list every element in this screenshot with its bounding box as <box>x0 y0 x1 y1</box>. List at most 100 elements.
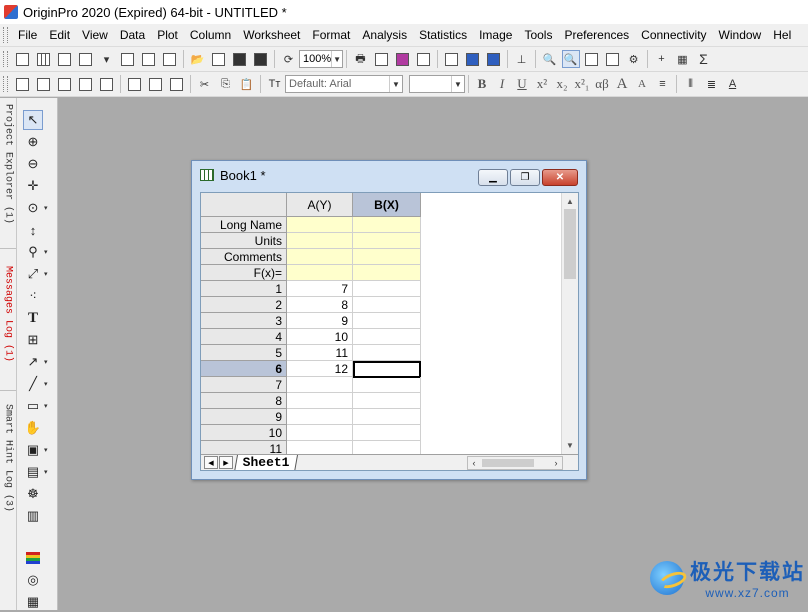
project-explorer-tab[interactable]: Project Explorer (1) <box>1 104 15 244</box>
row-header[interactable]: 7 <box>201 377 287 393</box>
scroll-thumb[interactable] <box>564 209 576 279</box>
sum-icon[interactable]: Σ <box>695 50 713 68</box>
recalculate-icon[interactable]: ⟳ <box>280 50 298 68</box>
frequency-icon[interactable] <box>168 75 186 93</box>
set-z-icon[interactable] <box>98 75 116 93</box>
meta-row-units[interactable]: Units <box>201 233 287 249</box>
horizontal-scrollbar[interactable]: ‹ › <box>467 456 563 470</box>
insert-equation-tool-icon[interactable]: ▣ <box>23 440 43 460</box>
region-mask-tool-icon[interactable]: ⚲ <box>23 242 43 262</box>
active-cell[interactable] <box>353 361 421 378</box>
meta-row-long-name[interactable]: Long Name <box>201 217 287 233</box>
data-cell-b[interactable] <box>353 329 421 345</box>
increase-font-button[interactable]: A <box>614 75 630 93</box>
data-cell-b[interactable] <box>353 345 421 361</box>
book1-window[interactable]: Book1 * ▁ ❐ ✕ A(Y) B(X) Long Name Units … <box>191 160 587 480</box>
chevron-down-icon[interactable]: ▾ <box>44 468 48 476</box>
chevron-down-icon[interactable]: ▾ <box>44 358 48 366</box>
draw-data-tool-icon[interactable]: ⁖ <box>23 286 43 306</box>
data-selector-tool-icon[interactable]: ↕ <box>23 220 43 240</box>
add-column-icon[interactable] <box>14 75 32 93</box>
menu-edit[interactable]: Edit <box>43 28 76 42</box>
data-cell-a[interactable]: 10 <box>287 329 353 345</box>
scroll-thumb[interactable] <box>482 459 534 467</box>
line-width-icon[interactable]: ≣ <box>703 75 721 93</box>
page-tool-icon[interactable]: ▥ <box>23 506 43 526</box>
cut-icon[interactable]: ✂ <box>196 75 214 93</box>
zoom-in-tool-icon[interactable]: ⊕ <box>23 132 43 152</box>
zoom-combo[interactable]: 100% ▼ <box>299 50 343 68</box>
paste-icon[interactable]: 📋 <box>238 75 256 93</box>
meta-cell[interactable] <box>353 233 421 249</box>
chevron-down-icon[interactable]: ▾ <box>44 248 48 256</box>
project-explorer-icon[interactable]: ⊥ <box>513 50 531 68</box>
new-project-icon[interactable] <box>14 50 32 68</box>
color-palette-tool-icon[interactable] <box>23 548 43 568</box>
scroll-up-icon[interactable]: ▲ <box>562 193 578 209</box>
target-tool-icon[interactable]: ◎ <box>23 570 43 590</box>
menu-data[interactable]: Data <box>114 28 151 42</box>
scroll-down-icon[interactable]: ▼ <box>562 437 578 453</box>
menu-worksheet[interactable]: Worksheet <box>237 28 306 42</box>
duplicate-icon[interactable] <box>415 50 433 68</box>
superscript-button[interactable]: x² <box>534 75 550 93</box>
sort-column-icon[interactable] <box>35 75 53 93</box>
chevron-down-icon[interactable]: ▾ <box>44 380 48 388</box>
data-cell-b[interactable] <box>353 281 421 297</box>
data-cell-a[interactable]: 9 <box>287 313 353 329</box>
decrease-font-button[interactable]: A <box>634 75 650 93</box>
row-header[interactable]: 10 <box>201 425 287 441</box>
results-log-icon[interactable] <box>464 50 482 68</box>
menu-column[interactable]: Column <box>184 28 237 42</box>
mask-icon[interactable] <box>126 75 144 93</box>
chevron-down-icon[interactable]: ▾ <box>44 446 48 454</box>
meta-row-comments[interactable]: Comments <box>201 249 287 265</box>
menu-format[interactable]: Format <box>306 28 356 42</box>
underline-button[interactable]: U <box>514 75 530 93</box>
meta-cell[interactable] <box>353 217 421 233</box>
meta-cell[interactable] <box>287 265 353 281</box>
scale-in-tool-icon[interactable]: ⤢ <box>23 264 43 284</box>
line-style-icon[interactable]: ⦀ <box>682 75 700 93</box>
menu-plot[interactable]: Plot <box>151 28 184 42</box>
data-cell-a[interactable] <box>287 425 353 441</box>
command-window-icon[interactable] <box>485 50 503 68</box>
data-cell-a[interactable] <box>287 377 353 393</box>
set-y-icon[interactable] <box>77 75 95 93</box>
save-template-icon[interactable] <box>252 50 270 68</box>
statistics-icon[interactable] <box>147 75 165 93</box>
minimize-button[interactable]: ▁ <box>478 169 508 186</box>
subscript-button[interactable]: x₂ <box>554 75 570 93</box>
corner-header[interactable] <box>201 193 287 217</box>
font-size-combo[interactable]: ▼ <box>409 75 465 93</box>
new-matrix-icon[interactable] <box>77 50 95 68</box>
line-tool-icon[interactable]: ╱ <box>23 374 43 394</box>
new-worksheet-icon[interactable] <box>35 50 53 68</box>
refresh-icon[interactable] <box>394 50 412 68</box>
bold-button[interactable]: B <box>474 75 490 93</box>
data-cell-b[interactable] <box>353 393 421 409</box>
menu-connectivity[interactable]: Connectivity <box>635 28 712 42</box>
row-header[interactable]: 1 <box>201 281 287 297</box>
arrow-tool-icon[interactable]: ↗ <box>23 352 43 372</box>
chevron-down-icon[interactable]: ▾ <box>44 402 48 410</box>
smart-hint-log-tab[interactable]: Smart Hint Log (3) <box>1 404 15 534</box>
sheet-tab-sheet1[interactable]: Sheet1 <box>234 455 298 470</box>
row-header[interactable]: 2 <box>201 297 287 313</box>
new-notes-icon[interactable] <box>140 50 158 68</box>
vertical-scrollbar[interactable]: ▲ ▼ <box>561 193 578 454</box>
menu-window[interactable]: Window <box>713 28 768 42</box>
app-grid-icon[interactable]: ▦ <box>674 50 692 68</box>
menu-file[interactable]: File <box>12 28 43 42</box>
row-header-selected[interactable]: 6 <box>201 361 287 377</box>
add-app-icon[interactable]: + <box>653 50 671 68</box>
sub-superscript-button[interactable]: x²₁ <box>574 75 590 93</box>
menu-help[interactable]: Hel <box>767 28 797 42</box>
row-header[interactable]: 3 <box>201 313 287 329</box>
open-template-icon[interactable] <box>210 50 228 68</box>
chevron-down-icon[interactable]: ▾ <box>44 204 48 212</box>
row-header[interactable]: 5 <box>201 345 287 361</box>
font-name-combo[interactable]: Default: Arial ▼ <box>285 75 403 93</box>
data-cell-a[interactable]: 12 <box>287 361 353 377</box>
object-manager-icon[interactable]: 🔍 <box>541 50 559 68</box>
